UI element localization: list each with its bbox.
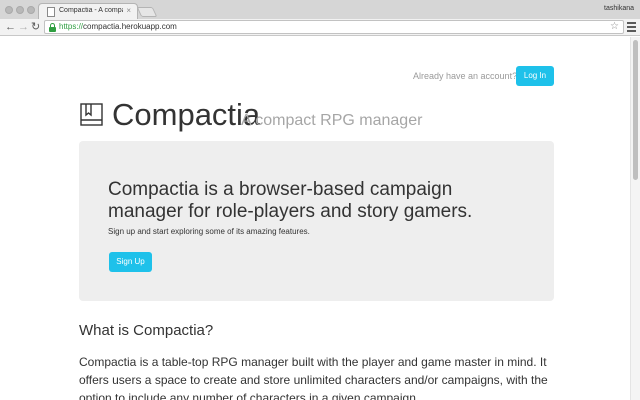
hero-subtext: Sign up and start exploring some of its … <box>108 227 310 236</box>
minimize-window-icon[interactable] <box>16 6 24 14</box>
page-favicon-icon <box>47 7 55 17</box>
address-bar[interactable]: https://compactia.herokuapp.com ☆ <box>44 20 624 34</box>
browser-tab[interactable]: Compactia - A compact RPG × <box>38 3 138 19</box>
tab-title: Compactia - A compact RPG <box>59 7 123 14</box>
brand-tagline: A compact RPG manager <box>241 112 423 129</box>
reload-icon[interactable]: ↻ <box>31 20 40 34</box>
browser-tabstrip: Compactia - A compact RPG × tashikana <box>0 0 640 19</box>
page-scrollbar[interactable] <box>630 37 640 400</box>
hero-jumbotron: Compactia is a browser-based campaign ma… <box>79 141 554 301</box>
brand-name[interactable]: Compactia <box>112 97 260 133</box>
url-text[interactable]: https://compactia.herokuapp.com <box>59 22 177 31</box>
url-scheme: https:// <box>59 22 84 31</box>
already-have-account-text: Already have an account? <box>413 71 518 81</box>
about-title: What is Compactia? <box>79 322 214 339</box>
login-button[interactable]: Log In <box>516 66 554 86</box>
browser-toolbar: ← → ↻ https://compactia.herokuapp.com ☆ <box>0 19 640 36</box>
zoom-window-icon[interactable] <box>27 6 35 14</box>
signup-button[interactable]: Sign Up <box>109 252 152 272</box>
page-content: Already have an account? Log In Compacti… <box>0 37 630 400</box>
book-icon <box>80 103 103 126</box>
forward-icon[interactable]: → <box>18 20 29 34</box>
new-tab-button[interactable] <box>136 7 158 17</box>
scrollbar-thumb[interactable] <box>633 40 638 180</box>
close-window-icon[interactable] <box>5 6 13 14</box>
back-icon[interactable]: ← <box>5 20 16 34</box>
about-body: Compactia is a table-top RPG manager bui… <box>79 355 548 400</box>
tab-close-icon[interactable]: × <box>126 6 131 15</box>
lock-icon <box>49 23 56 32</box>
hero-headline: Compactia is a browser-based campaign ma… <box>108 179 473 222</box>
profile-name[interactable]: tashikana <box>604 5 634 12</box>
bookmark-star-icon[interactable]: ☆ <box>610 21 619 32</box>
url-host: compactia.herokuapp.com <box>83 22 177 31</box>
browser-menu-icon[interactable] <box>627 22 636 34</box>
